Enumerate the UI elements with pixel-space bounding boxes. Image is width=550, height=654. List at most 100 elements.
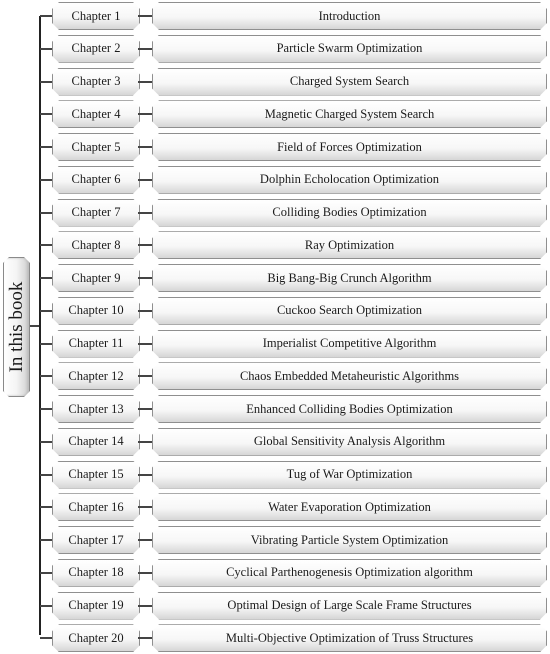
chapter-row: Chapter 7 Colliding Bodies Optimization [0, 199, 550, 227]
chapter-number-box: Chapter 6 [52, 166, 140, 194]
chapter-number-box: Chapter 18 [52, 559, 140, 587]
chapter-title-box: Charged System Search [152, 68, 547, 96]
chapter-row: Chapter 8 Ray Optimization [0, 231, 550, 259]
chapter-row: Chapter 19 Optimal Design of Large Scale … [0, 592, 550, 620]
branch-line [40, 244, 52, 247]
branch-line [40, 440, 52, 443]
connector-line [138, 178, 152, 181]
chapter-number-box: Chapter 14 [52, 428, 140, 456]
chapter-row: Chapter 17 Vibrating Particle System Opti… [0, 526, 550, 554]
chapter-title-box: Particle Swarm Optimization [152, 35, 547, 63]
branch-line [40, 539, 52, 541]
chapter-number-box: Chapter 13 [52, 395, 140, 423]
branch-line [40, 15, 52, 17]
chapter-row: Chapter 2 Particle Swarm Optimization [0, 35, 550, 63]
chapter-number-box: Chapter 4 [52, 100, 140, 128]
chapter-number-box: Chapter 2 [52, 35, 140, 63]
connector-line [138, 440, 152, 443]
chapter-row: Chapter 10 Cuckoo Search Optimization [0, 297, 550, 325]
chapter-number-box: Chapter 16 [52, 493, 140, 521]
connector-line [138, 211, 152, 214]
chapter-number-box: Chapter 20 [52, 624, 140, 652]
branch-line [40, 146, 52, 148]
chapter-title-box: Multi-Objective Optimization of Truss St… [152, 624, 547, 652]
chapter-number-box: Chapter 10 [52, 297, 140, 325]
chapter-row: Chapter 9 Big Bang-Big Crunch Algorithm [0, 264, 550, 292]
chapter-title-box: Tug of War Optimization [152, 461, 547, 489]
branch-line [40, 80, 52, 83]
chapter-row: Chapter 12 Chaos Embedded Metaheuristic A… [0, 362, 550, 390]
branch-line [40, 604, 52, 607]
connector-line [138, 244, 152, 247]
connector-line [138, 309, 152, 312]
chapter-row: Chapter 1 Introduction [0, 2, 550, 30]
chapter-row: Chapter 5 Field of Forces Optimization [0, 133, 550, 161]
branch-line [40, 637, 52, 640]
connector-line [138, 604, 152, 607]
chapter-row: Chapter 13 Enhanced Colliding Bodies Opti… [0, 395, 550, 423]
chapter-title-box: Introduction [152, 2, 547, 30]
chapter-row: Chapter 6 Dolphin Echolocation Optimizati… [0, 166, 550, 194]
branch-line [40, 506, 52, 509]
branch-line [40, 277, 52, 279]
branch-line [40, 211, 52, 214]
chapter-number-box: Chapter 11 [52, 330, 140, 358]
branch-line [40, 178, 52, 181]
chapter-title-box: Big Bang-Big Crunch Algorithm [152, 264, 547, 292]
chapter-title-box: Ray Optimization [152, 231, 547, 259]
connector-line [138, 408, 152, 410]
chapter-title-box: Water Evaporation Optimization [152, 493, 547, 521]
connector-line [138, 80, 152, 83]
branch-line [40, 473, 52, 476]
branch-line [40, 571, 52, 574]
connector-line [138, 113, 152, 116]
connector-line [138, 47, 152, 50]
connector-line [138, 473, 152, 476]
chapter-number-box: Chapter 5 [52, 133, 140, 161]
chapter-number-box: Chapter 15 [52, 461, 140, 489]
chapter-number-box: Chapter 12 [52, 362, 140, 390]
chapter-row: Chapter 16 Water Evaporation Optimization [0, 493, 550, 521]
chapter-title-box: Cyclical Parthenogenesis Optimization al… [152, 559, 547, 587]
branch-line [40, 113, 52, 116]
chapter-row: Chapter 4 Magnetic Charged System Search [0, 100, 550, 128]
chapter-row: Chapter 20 Multi-Objective Optimization o… [0, 624, 550, 652]
root-label: In this book [5, 281, 27, 373]
connector-line [138, 506, 152, 509]
connector-line [138, 539, 152, 541]
branch-line [40, 47, 52, 50]
chapter-row: Chapter 3 Charged System Search [0, 68, 550, 96]
connector-line [138, 15, 152, 17]
chapter-title-box: Chaos Embedded Metaheuristic Algorithms [152, 362, 547, 390]
chapter-title-box: Global Sensitivity Analysis Algorithm [152, 428, 547, 456]
chapter-row: Chapter 18 Cyclical Parthenogenesis Optim… [0, 559, 550, 587]
chapter-title-box: Colliding Bodies Optimization [152, 199, 547, 227]
chapter-number-box: Chapter 19 [52, 592, 140, 620]
branch-line [40, 408, 52, 410]
chapter-title-box: Optimal Design of Large Scale Frame Stru… [152, 592, 547, 620]
chapter-number-box: Chapter 7 [52, 199, 140, 227]
connector-line [138, 637, 152, 640]
chapter-number-box: Chapter 17 [52, 526, 140, 554]
connector-line [138, 146, 152, 148]
connector-line [138, 571, 152, 574]
chapter-row: Chapter 15 Tug of War Optimization [0, 461, 550, 489]
branch-line [40, 342, 52, 345]
connector-line [138, 342, 152, 345]
chapter-title-box: Enhanced Colliding Bodies Optimization [152, 395, 547, 423]
chapter-title-box: Field of Forces Optimization [152, 133, 547, 161]
branch-line [40, 309, 52, 312]
chapter-title-box: Dolphin Echolocation Optimization [152, 166, 547, 194]
chapter-number-box: Chapter 8 [52, 231, 140, 259]
connector-line [138, 375, 152, 378]
chapter-number-box: Chapter 3 [52, 68, 140, 96]
chapter-title-box: Imperialist Competitive Algorithm [152, 330, 547, 358]
chapter-title-box: Cuckoo Search Optimization [152, 297, 547, 325]
connector-line [138, 277, 152, 279]
branch-line [40, 375, 52, 378]
chapter-title-box: Magnetic Charged System Search [152, 100, 547, 128]
chapter-row: Chapter 11 Imperialist Competitive Algori… [0, 330, 550, 358]
chapter-title-box: Vibrating Particle System Optimization [152, 526, 547, 554]
chapter-row: Chapter 14 Global Sensitivity Analysis Al… [0, 428, 550, 456]
chapter-number-box: Chapter 9 [52, 264, 140, 292]
